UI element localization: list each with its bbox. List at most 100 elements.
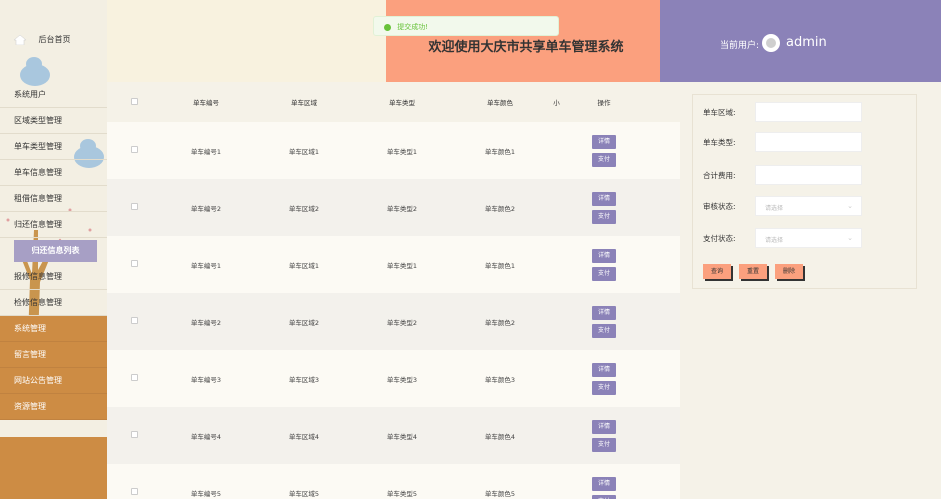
row-select-cell [107,317,157,326]
success-icon [384,23,391,31]
sidebar-home[interactable]: 后台首页 [0,0,107,86]
row-select-cell [107,488,157,497]
table-cell: 单车编号1 [190,147,222,156]
sidebar-item-bike-types[interactable]: 单车类型管理 [0,134,107,160]
pay-select-placeholder: 请选择 [765,237,784,244]
row-checkbox[interactable] [130,374,138,381]
reset-button[interactable]: 重置 [739,264,767,279]
sidebar-item-bike-info[interactable]: 单车信息管理 [0,160,107,186]
row-actions: 详情 支付 [564,191,644,224]
column-header: 小 [553,99,560,107]
row-checkbox[interactable] [130,146,138,153]
type-input[interactable] [755,132,862,152]
filter-actions: 查询 重置 删除 [703,264,803,279]
table-row: 单车编号1 单车区域1 单车类型1 单车颜色1 详情 支付 [107,236,680,293]
table-row: 单车编号1 单车区域1 单车类型1 单车颜色1 详情 支付 [107,122,680,179]
table-cell: 单车颜色2 [484,204,516,213]
cost-input[interactable] [755,165,862,185]
page-title: 欢迎使用大庆市共享单车管理系统 [428,40,624,55]
table-cell: 单车颜色1 [484,147,516,156]
table-cell: 单车编号2 [190,204,222,213]
sidebar-item-users[interactable]: 系统用户 [0,82,107,108]
row-select-cell [107,203,157,212]
sidebar-item-messages[interactable]: 留言管理 [0,342,107,368]
column-header: 单车颜色 [487,99,513,107]
pay-button[interactable]: 支付 [592,380,616,395]
success-toast: 提交成功! [373,16,559,36]
pay-button[interactable]: 支付 [592,437,616,452]
sidebar-item-repair[interactable]: 报修信息管理 [0,264,107,290]
data-table: 单车编号 单车区域 单车类型 单车颜色 小 操作 单车编号1 单车区域1 单车类… [107,82,680,499]
sidebar-footer [0,437,107,499]
sidebar-item-resources[interactable]: 资源管理 [0,394,107,420]
table-cell: 单车区域1 [288,147,320,156]
pay-button[interactable]: 支付 [592,266,616,281]
row-actions: 详情 支付 [564,419,644,452]
table-cell: 单车类型2 [386,318,418,327]
detail-button[interactable]: 详情 [592,419,616,434]
row-checkbox[interactable] [130,431,138,438]
select-all-checkbox[interactable] [130,97,138,105]
username[interactable]: admin [786,35,827,50]
row-actions: 详情 支付 [564,476,644,499]
current-user-label: 当前用户: [720,41,760,51]
detail-button[interactable]: 详情 [592,134,616,149]
table-cell: 单车类型1 [386,261,418,270]
table-row: 单车编号3 单车区域3 单车类型3 单车颜色3 详情 支付 [107,350,680,407]
area-input[interactable] [755,102,862,122]
detail-button[interactable]: 详情 [592,191,616,206]
row-actions: 详情 支付 [564,248,644,281]
area-label: 单车区域: [703,108,736,117]
table-cell: 单车编号3 [190,375,222,384]
table-cell: 单车区域2 [288,204,320,213]
detail-button[interactable]: 详情 [592,248,616,263]
table-cell: 单车区域2 [288,318,320,327]
row-checkbox[interactable] [130,260,138,267]
sidebar: 后台首页 系统用户 区域类型管理 单车类型管理 单车信息管理 租借信息管理 归还… [0,0,107,499]
row-checkbox[interactable] [130,203,138,210]
pay-select[interactable]: 请选择 ⌄ [755,228,862,248]
filter-form: 单车区域: 单车类型: 合计费用: 审核状态: 请选择 ⌄ 支付状态: 请选择 … [692,94,917,289]
row-select-cell [107,374,157,383]
sidebar-item-announcements[interactable]: 网站公告管理 [0,368,107,394]
sidebar-item-return-list[interactable]: 归还信息列表 [14,240,97,262]
chevron-down-icon: ⌄ [847,202,853,210]
cost-label: 合计费用: [703,171,736,180]
sidebar-item-return[interactable]: 归还信息管理 [0,212,107,238]
table-row: 单车编号5 单车区域5 单车类型5 单车颜色5 详情 支付 [107,464,680,499]
sidebar-item-area-types[interactable]: 区域类型管理 [0,108,107,134]
pay-button[interactable]: 支付 [592,209,616,224]
table-row: 单车编号4 单车区域4 单车类型4 单车颜色4 详情 支付 [107,407,680,464]
pay-button[interactable]: 支付 [592,494,616,499]
sidebar-item-rental[interactable]: 租借信息管理 [0,186,107,212]
table-cell: 单车区域3 [288,375,320,384]
pay-button[interactable]: 支付 [592,323,616,338]
row-checkbox[interactable] [130,488,138,495]
row-select-cell [107,431,157,440]
detail-button[interactable]: 详情 [592,476,616,491]
detail-button[interactable]: 详情 [592,362,616,377]
home-label: 后台首页 [38,35,71,44]
select-all-cell [107,97,157,107]
type-label: 单车类型: [703,138,736,147]
row-actions: 详情 支付 [564,134,644,167]
audit-label: 审核状态: [703,202,736,211]
column-header: 单车编号 [193,99,219,107]
delete-button[interactable]: 删除 [775,264,803,279]
pay-button[interactable]: 支付 [592,152,616,167]
table-cell: 单车区域4 [288,432,320,441]
search-button[interactable]: 查询 [703,264,731,279]
audit-select[interactable]: 请选择 ⌄ [755,196,862,216]
sidebar-item-system[interactable]: 系统管理 [0,316,107,342]
sidebar-item-inspection[interactable]: 检修信息管理 [0,290,107,316]
row-checkbox[interactable] [130,317,138,324]
table-cell: 单车类型3 [386,375,418,384]
table-cell: 单车颜色4 [484,432,516,441]
table-cell: 单车编号4 [190,432,222,441]
table-cell: 单车颜色3 [484,375,516,384]
audit-select-placeholder: 请选择 [765,205,784,212]
table-cell: 单车颜色1 [484,261,516,270]
avatar[interactable] [762,34,780,52]
detail-button[interactable]: 详情 [592,305,616,320]
table-cell: 单车类型4 [386,432,418,441]
